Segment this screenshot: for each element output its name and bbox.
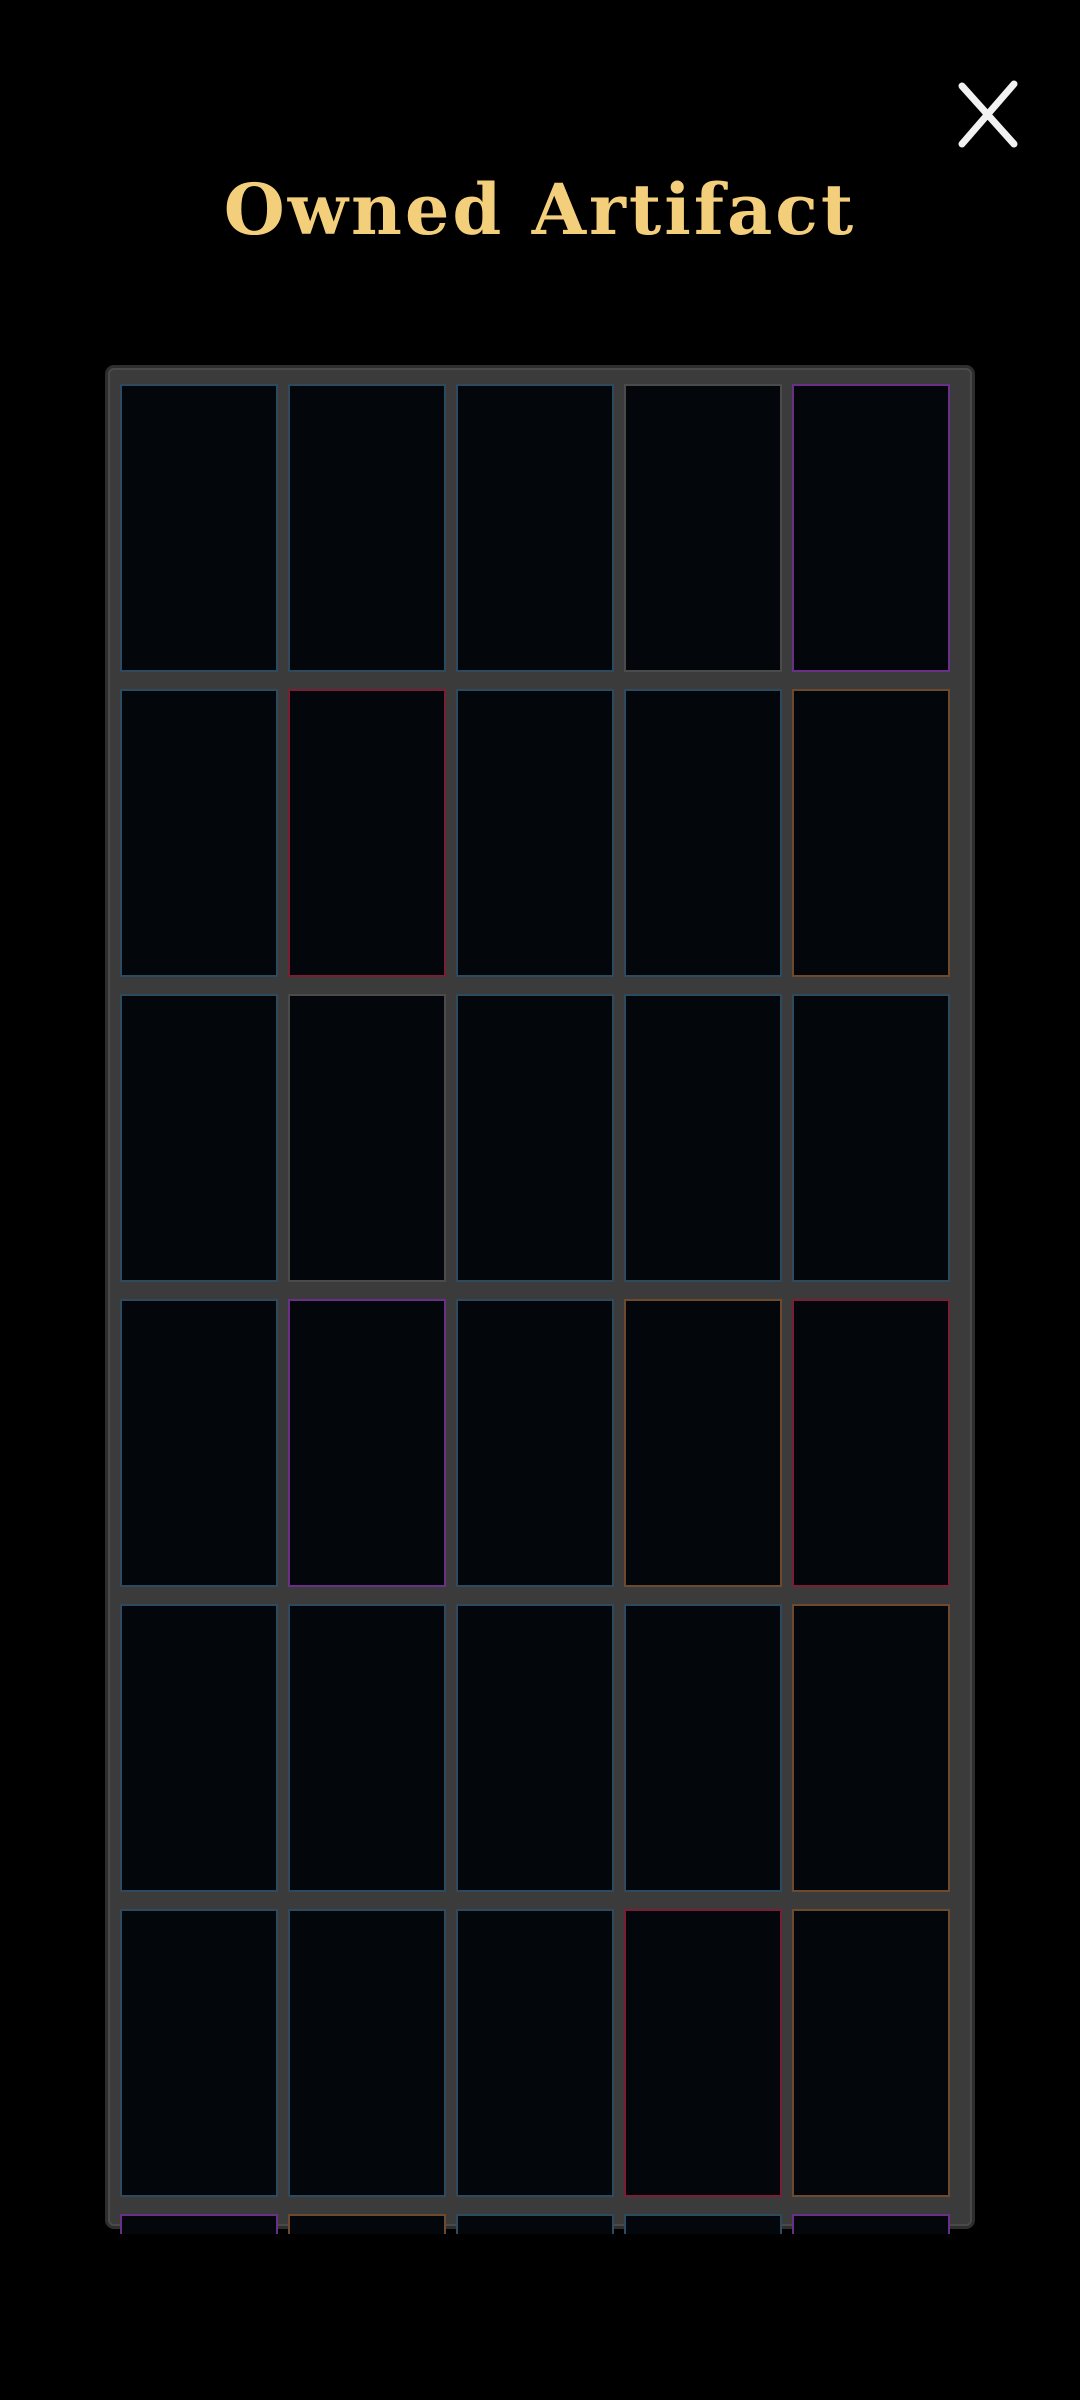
hourglass-icon — [472, 1375, 602, 1515]
music-notes-icon — [304, 460, 434, 600]
gray-claw-icon — [640, 765, 770, 905]
artifact-card[interactable] — [288, 1604, 446, 1892]
artifact-card[interactable] — [792, 1299, 950, 1587]
dagger-icon — [472, 1985, 602, 2125]
potion-flask-icon — [136, 1070, 266, 1210]
blue-orb-icon — [304, 1680, 434, 1820]
artifact-card[interactable] — [792, 1909, 950, 2197]
radar-icon — [808, 1070, 938, 1210]
scythe-icon — [640, 1375, 770, 1515]
roulette-icon — [640, 1985, 770, 2125]
artifact-panel — [108, 368, 972, 2234]
artifact-card[interactable] — [120, 1604, 278, 1892]
artifact-card[interactable] — [792, 384, 950, 672]
leather-pouch-icon — [472, 765, 602, 905]
artifact-card[interactable] — [624, 1299, 782, 1587]
artifact-card[interactable] — [792, 2214, 950, 2234]
artifact-card[interactable] — [624, 994, 782, 1282]
artifact-card[interactable] — [624, 1604, 782, 1892]
red-star-icon — [808, 765, 938, 905]
artifact-card[interactable] — [624, 2214, 782, 2234]
artifact-card[interactable] — [288, 384, 446, 672]
artifact-card[interactable] — [120, 2214, 278, 2234]
artifact-card[interactable] — [288, 1299, 446, 1587]
artifact-grid[interactable] — [120, 384, 960, 2234]
artifact-card[interactable] — [792, 994, 950, 1282]
artifact-card[interactable] — [288, 2214, 446, 2234]
artifact-card[interactable] — [624, 689, 782, 977]
artifact-card[interactable] — [456, 1299, 614, 1587]
lantern-icon — [136, 460, 266, 600]
cracked-lines-icon — [304, 765, 434, 905]
teal-crystal-icon — [472, 460, 602, 600]
target-icon — [136, 1375, 266, 1515]
rose-icon — [136, 1985, 266, 2125]
close-icon[interactable] — [952, 78, 1024, 150]
pentagram-book-icon — [136, 765, 266, 905]
golden-fur-icon — [808, 1680, 938, 1820]
artifact-card[interactable] — [456, 384, 614, 672]
crow-icon — [304, 1070, 434, 1210]
snowman-icon — [640, 1680, 770, 1820]
artifact-card[interactable] — [456, 1909, 614, 2197]
artifact-card[interactable] — [288, 689, 446, 977]
artifact-card[interactable] — [456, 994, 614, 1282]
tarot-cards-icon — [304, 1375, 434, 1515]
artifact-card[interactable] — [456, 689, 614, 977]
artifact-card[interactable] — [792, 1604, 950, 1892]
artifact-card[interactable] — [624, 384, 782, 672]
wind-swirl-icon — [472, 1680, 602, 1820]
artifact-card[interactable] — [120, 994, 278, 1282]
bomb-icon — [640, 1070, 770, 1210]
radiation-icon — [808, 1985, 938, 2125]
rose-mask-icon — [472, 1070, 602, 1210]
purple-diamond-icon — [640, 460, 770, 600]
artifact-card[interactable] — [624, 1909, 782, 2197]
artifact-card[interactable] — [456, 1604, 614, 1892]
blood-bag-icon — [304, 1985, 434, 2125]
artifact-card[interactable] — [456, 2214, 614, 2234]
artifact-card[interactable] — [120, 1909, 278, 2197]
page-title: Owned Artifact — [223, 168, 857, 251]
artifact-card[interactable] — [120, 384, 278, 672]
artifact-card[interactable] — [288, 994, 446, 1282]
circuit-icon — [808, 460, 938, 600]
artifact-card[interactable] — [120, 689, 278, 977]
hydra-icon — [808, 1375, 938, 1515]
artifact-card[interactable] — [288, 1909, 446, 2197]
artifact-card[interactable] — [792, 689, 950, 977]
artifact-card[interactable] — [120, 1299, 278, 1587]
wizard-hat-icon — [136, 1680, 266, 1820]
